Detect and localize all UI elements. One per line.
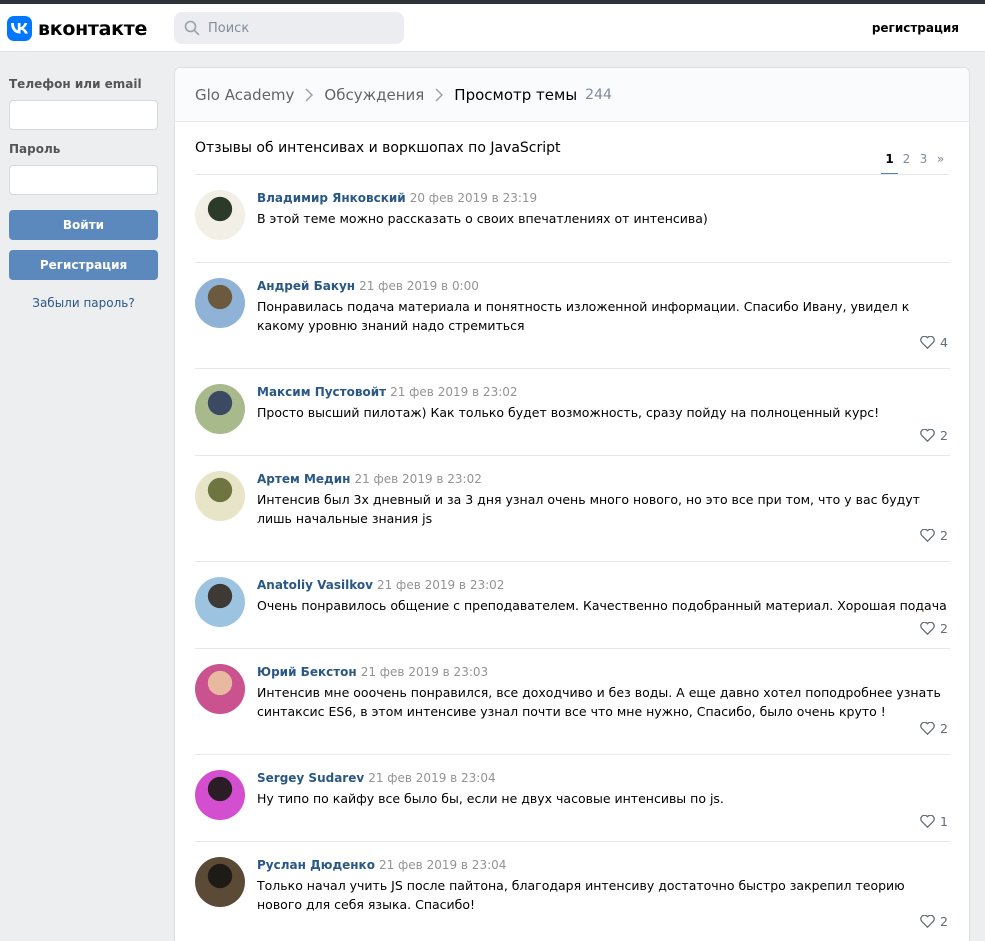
avatar[interactable] (195, 770, 245, 820)
logo-text: вконтакте (38, 17, 148, 40)
post-item: Артем Медин 21 фев 2019 в 23:02 Интенсив б… (195, 455, 950, 561)
chevron-right-icon (305, 87, 314, 102)
topic-title: Отзывы об интенсивах и воркшопах по Java… (195, 140, 561, 156)
avatar[interactable] (195, 664, 245, 714)
post-header: Юрий Бекстон 21 фев 2019 в 23:03 (257, 665, 488, 679)
like-button[interactable]: 2 (920, 528, 948, 543)
heart-icon (920, 722, 935, 735)
avatar[interactable] (195, 471, 245, 521)
top-header: вконтакте Поиск регистрация (0, 4, 985, 52)
post-header: Артем Медин 21 фев 2019 в 23:02 (257, 472, 482, 486)
post-date[interactable]: 20 фев 2019 в 23:19 (410, 191, 537, 205)
like-count: 1 (940, 814, 948, 829)
post-header: Руслан Дюденко 21 фев 2019 в 23:04 (257, 858, 506, 872)
register-button[interactable]: Регистрация (9, 250, 158, 280)
avatar[interactable] (195, 278, 245, 328)
post-item: Владимир Янковский 20 фев 2019 в 23:19 В э… (195, 175, 950, 262)
avatar[interactable] (195, 857, 245, 907)
search-input[interactable]: Поиск (174, 12, 404, 44)
post-author[interactable]: Максим Пустовойт (257, 385, 386, 399)
post-text: В этой теме можно рассказать о своих впе… (257, 211, 708, 226)
post-date[interactable]: 21 фев 2019 в 0:00 (359, 279, 479, 293)
chevron-right-icon (435, 87, 444, 102)
post-author[interactable]: Владимир Янковский (257, 191, 406, 205)
login-button[interactable]: Войти (9, 210, 158, 240)
page-2[interactable]: 2 (898, 152, 915, 175)
post-header: Sergey Sudarev 21 фев 2019 в 23:04 (257, 771, 496, 785)
phone-label: Телефон или email (9, 77, 142, 91)
post-header: Владимир Янковский 20 фев 2019 в 23:19 (257, 191, 537, 205)
post-text: Интенсив был 3х дневный и за 3 дня узнал… (257, 492, 920, 526)
post-text: Просто высший пилотаж) Как только будет … (257, 405, 880, 420)
like-button[interactable]: 1 (920, 814, 948, 829)
heart-icon (920, 915, 935, 928)
like-count: 2 (940, 528, 948, 543)
post-text: Ну типо по кайфу все было бы, если не дв… (257, 791, 724, 806)
post-author[interactable]: Руслан Дюденко (257, 858, 375, 872)
post-date[interactable]: 21 фев 2019 в 23:02 (390, 385, 517, 399)
post-author[interactable]: Sergey Sudarev (257, 771, 364, 785)
post-text: Интенсив мне ооочень понравился, все дох… (257, 685, 941, 719)
post-text: Только начал учить JS после пайтона, бла… (257, 878, 905, 912)
password-label: Пароль (9, 142, 61, 156)
heart-icon (920, 429, 935, 442)
topic-card: Glo Academy Обсуждения Просмотр темы 244… (174, 67, 970, 941)
post-header: Андрей Бакун 21 фев 2019 в 0:00 (257, 279, 479, 293)
post-text: Понравилась подача материала и понятност… (257, 299, 910, 333)
like-count: 2 (940, 621, 948, 636)
post-author[interactable]: Артем Медин (257, 472, 350, 486)
heart-icon (920, 336, 935, 349)
avatar[interactable] (195, 577, 245, 627)
post-count: 244 (585, 86, 612, 103)
password-field[interactable] (9, 165, 158, 195)
post-date[interactable]: 21 фев 2019 в 23:04 (379, 858, 506, 872)
breadcrumb-current: Просмотр темы (454, 85, 578, 104)
like-count: 2 (940, 428, 948, 443)
post-date[interactable]: 21 фев 2019 в 23:02 (354, 472, 481, 486)
page-next[interactable]: » (932, 152, 949, 175)
avatar[interactable] (195, 190, 245, 240)
pagination: 1 2 3 » (881, 152, 949, 175)
post-date[interactable]: 21 фев 2019 в 23:02 (377, 578, 504, 592)
post-author[interactable]: Юрий Бекстон (257, 665, 357, 679)
like-count: 2 (940, 721, 948, 736)
like-button[interactable]: 2 (920, 621, 948, 636)
breadcrumb-section[interactable]: Обсуждения (324, 86, 424, 104)
like-button[interactable]: 2 (920, 721, 948, 736)
forgot-password-link[interactable]: Забыли пароль? (9, 296, 158, 310)
post-header: Anatoliy Vasilkov 21 фев 2019 в 23:02 (257, 578, 504, 592)
like-count: 2 (940, 914, 948, 929)
post-item: Юрий Бекстон 21 фев 2019 в 23:03 Интенсив … (195, 648, 950, 754)
post-item: Максим Пустовойт 21 фев 2019 в 23:02 Прост… (195, 368, 950, 455)
post-header: Максим Пустовойт 21 фев 2019 в 23:02 (257, 385, 518, 399)
like-button[interactable]: 4 (920, 335, 948, 350)
post-item: Anatoliy Vasilkov 21 фев 2019 в 23:02 Очен… (195, 561, 950, 648)
page-3[interactable]: 3 (915, 152, 932, 175)
post-date[interactable]: 21 фев 2019 в 23:03 (361, 665, 488, 679)
like-count: 4 (940, 335, 948, 350)
avatar[interactable] (195, 384, 245, 434)
breadcrumb: Glo Academy Обсуждения Просмотр темы 244 (175, 68, 969, 122)
search-placeholder: Поиск (208, 20, 250, 36)
heart-icon (920, 529, 935, 542)
post-author[interactable]: Anatoliy Vasilkov (257, 578, 373, 592)
vk-logo-icon (7, 16, 32, 41)
post-item: Андрей Бакун 21 фев 2019 в 0:00 Понравилас… (195, 262, 950, 368)
register-link[interactable]: регистрация (872, 21, 959, 35)
phone-field[interactable] (9, 100, 158, 130)
post-date[interactable]: 21 фев 2019 в 23:04 (368, 771, 495, 785)
post-item: Sergey Sudarev 21 фев 2019 в 23:04 Ну типо… (195, 754, 950, 841)
vk-logo[interactable]: вконтакте (7, 16, 147, 41)
page-1[interactable]: 1 (881, 152, 898, 175)
breadcrumb-group[interactable]: Glo Academy (195, 86, 294, 104)
post-text: Очень понравилось общение с преподавател… (257, 598, 947, 613)
post-item: Руслан Дюденко 21 фев 2019 в 23:04 Только … (195, 841, 950, 941)
heart-icon (920, 815, 935, 828)
like-button[interactable]: 2 (920, 428, 948, 443)
like-button[interactable]: 2 (920, 914, 948, 929)
post-author[interactable]: Андрей Бакун (257, 279, 355, 293)
search-icon (184, 20, 200, 36)
heart-icon (920, 622, 935, 635)
